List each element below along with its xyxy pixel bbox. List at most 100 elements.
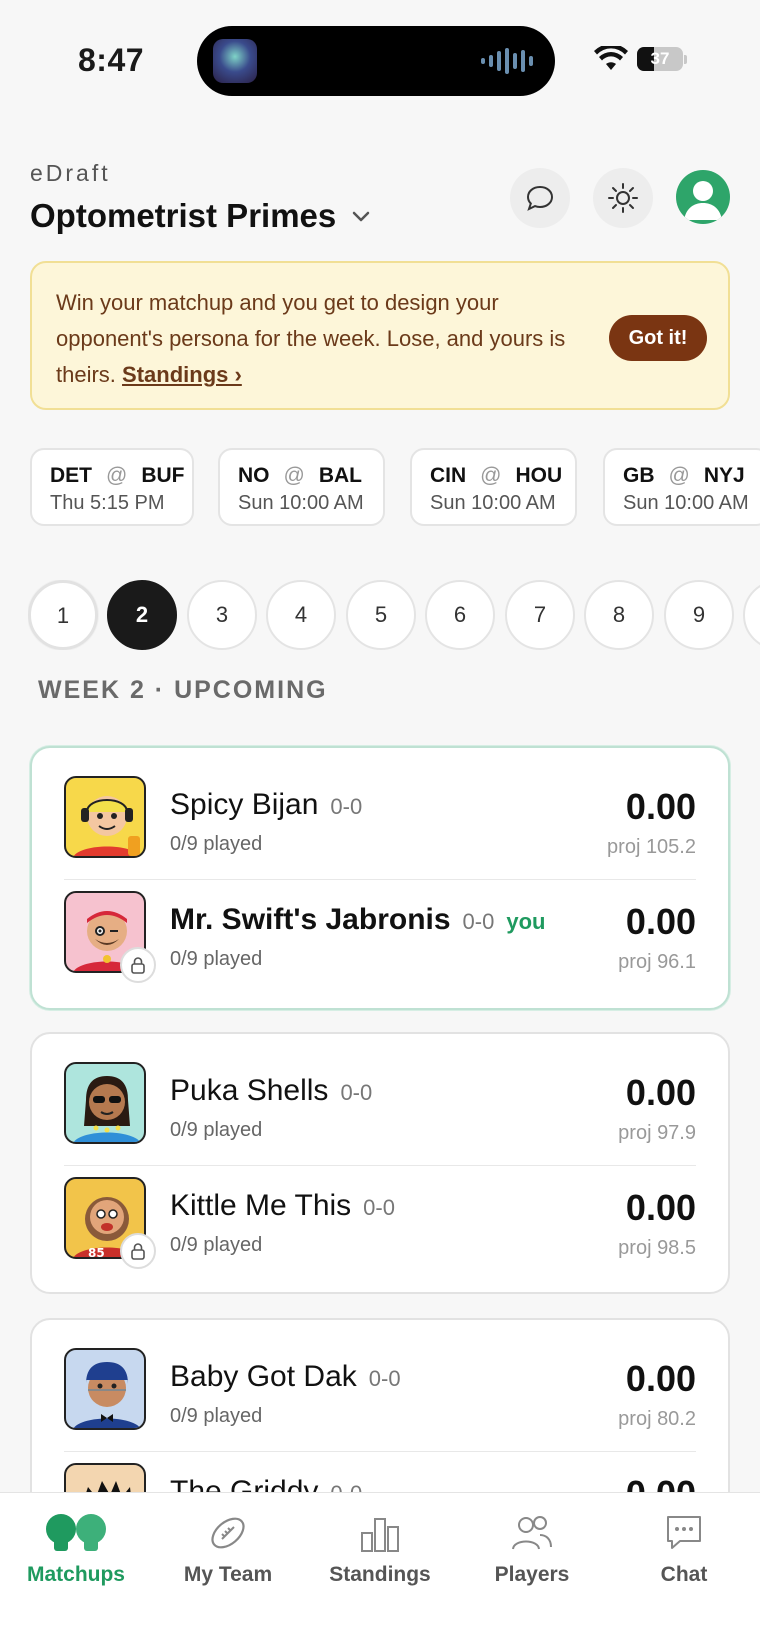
players-played: 0/9 played <box>170 833 263 855</box>
away-team: CIN <box>430 464 467 487</box>
game-time: Sun 10:00 AM <box>623 492 749 514</box>
messages-button[interactable] <box>510 168 570 228</box>
week-pill-6[interactable]: 6 <box>425 580 495 650</box>
persona-shells-icon <box>73 1076 141 1142</box>
lock-icon <box>120 1233 156 1269</box>
game-card[interactable]: CIN @ HOU Sun 10:00 AM <box>410 448 577 526</box>
banner-message: Win your matchup and you get to design y… <box>56 285 576 393</box>
team-name-text: Spicy Bijan <box>170 788 319 821</box>
team-row[interactable]: Puka Shells 0-0 0/9 played 0.00 proj 97.9 <box>32 1034 728 1149</box>
standings-link[interactable]: Standings › <box>122 362 242 387</box>
persona-headset-icon <box>73 796 141 856</box>
chevron-down-icon <box>353 211 370 222</box>
matchup-card[interactable]: Spicy Bijan 0-0 0/9 played 0.00 proj 105.… <box>30 746 730 1010</box>
chat-icon <box>667 1516 701 1549</box>
team-row[interactable]: Baby Got Dak 0-0 0/9 played 0.00 proj 80.… <box>32 1320 728 1435</box>
week-pill-2[interactable]: 2 <box>107 580 177 650</box>
tab-standings[interactable]: Standings <box>304 1511 456 1587</box>
matchups-icon <box>46 1514 106 1551</box>
team-row[interactable]: Mr. Swift's Jabronis 0-0 you 0/9 played 0.… <box>32 863 728 983</box>
week-pill-7[interactable]: 7 <box>505 580 575 650</box>
projected-score: proj 98.5 <box>618 1237 696 1259</box>
players-played: 0/9 played <box>170 948 263 970</box>
section-label: WEEK 2 · UPCOMING <box>38 676 328 704</box>
players-played: 0/9 played <box>170 1234 263 1256</box>
league-name: Optometrist Primes <box>30 197 337 234</box>
game-time: Sun 10:00 AM <box>238 492 364 514</box>
week-pill-4[interactable]: 4 <box>266 580 336 650</box>
tab-label: Players <box>494 1563 570 1586</box>
projected-score: proj 80.2 <box>618 1408 696 1430</box>
home-team: BUF <box>141 464 185 487</box>
team-name: Puka Shells 0-0 <box>170 1074 372 1108</box>
team-record: 0-0 <box>462 909 495 934</box>
football-icon <box>211 1517 245 1549</box>
team-name-text: Kittle Me This <box>170 1189 352 1222</box>
game-card[interactable]: DET @ BUF Thu 5:15 PM <box>30 448 194 526</box>
team-record: 0-0 <box>363 1195 395 1220</box>
user-icon <box>684 181 722 220</box>
bottom-tab-bar: Matchups My Team Standings Players Chat <box>0 1492 760 1652</box>
people-icon <box>512 1516 552 1550</box>
sun-icon <box>608 183 638 213</box>
team-name: Kittle Me This 0-0 <box>170 1189 395 1223</box>
team-name: Mr. Swift's Jabronis 0-0 you <box>170 903 545 937</box>
away-team: DET <box>50 464 92 487</box>
tab-players[interactable]: Players <box>456 1511 608 1587</box>
status-time: 8:47 <box>78 42 145 78</box>
team-avatar <box>64 1348 146 1430</box>
team-row[interactable]: Spicy Bijan 0-0 0/9 played 0.00 proj 105.… <box>32 748 728 863</box>
audio-waveform-icon <box>481 48 533 74</box>
tab-matchups[interactable]: Matchups <box>0 1511 152 1587</box>
profile-avatar-button[interactable] <box>676 170 730 224</box>
team-score: 0.00 <box>625 1187 696 1228</box>
at-symbol: @ <box>480 464 502 487</box>
team-score: 0.00 <box>625 1358 696 1399</box>
tab-chat[interactable]: Chat <box>608 1511 760 1587</box>
away-team: GB <box>623 464 655 487</box>
week-selector[interactable]: 1 2 3 4 5 6 7 8 9 10 <box>28 580 760 650</box>
persona-dak-icon <box>73 1362 141 1428</box>
week-pill-10[interactable]: 10 <box>743 580 760 650</box>
app-name: eDraft <box>30 160 111 186</box>
league-switcher[interactable]: Optometrist Primes <box>30 197 372 235</box>
tab-label: Matchups <box>26 1563 125 1586</box>
team-avatar <box>64 1062 146 1144</box>
week-pill-8[interactable]: 8 <box>584 580 654 650</box>
wifi-icon <box>594 46 628 70</box>
matchup-card[interactable]: Puka Shells 0-0 0/9 played 0.00 proj 97.9… <box>30 1032 730 1294</box>
game-card[interactable]: GB @ NYJ Sun 10:00 AM <box>603 448 760 526</box>
team-record: 0-0 <box>368 1366 401 1391</box>
projected-score: proj 96.1 <box>618 951 696 973</box>
tab-my-team[interactable]: My Team <box>152 1511 304 1587</box>
home-team: NYJ <box>703 464 745 487</box>
week-pill-3[interactable]: 3 <box>187 580 257 650</box>
team-score: 0.00 <box>625 786 696 827</box>
week-pill-1[interactable]: 1 <box>28 580 98 650</box>
dynamic-island <box>197 26 555 96</box>
team-row[interactable]: 85 Kittle Me This 0-0 0/9 played 0.00 pro… <box>32 1149 728 1269</box>
week-pill-9[interactable]: 9 <box>664 580 734 650</box>
chat-bubble-icon <box>526 185 554 211</box>
games-carousel[interactable]: DET @ BUF Thu 5:15 PM NO @ BAL Sun 10:00 AM … <box>30 448 760 528</box>
at-symbol: @ <box>283 464 305 487</box>
dismiss-banner-button[interactable]: Got it! <box>609 315 707 361</box>
game-time: Sun 10:00 AM <box>430 492 556 514</box>
now-playing-artwork <box>213 39 257 83</box>
you-badge: you <box>506 909 546 934</box>
tab-label: My Team <box>183 1563 273 1586</box>
tab-label: Chat <box>660 1563 708 1586</box>
battery-icon: 37 <box>637 47 687 73</box>
team-name-text: Baby Got Dak <box>170 1360 357 1393</box>
theme-toggle-button[interactable] <box>593 168 653 228</box>
team-name: Spicy Bijan 0-0 <box>170 788 362 822</box>
projected-score: proj 105.2 <box>607 836 696 858</box>
game-card[interactable]: NO @ BAL Sun 10:00 AM <box>218 448 385 526</box>
week-pill-5[interactable]: 5 <box>346 580 416 650</box>
battery-level: 37 <box>650 49 670 68</box>
at-symbol: @ <box>668 464 690 487</box>
team-name-text: Puka Shells <box>170 1074 329 1107</box>
team-name-text: Mr. Swift's Jabronis <box>170 903 451 936</box>
at-symbol: @ <box>106 464 128 487</box>
tab-label: Standings <box>329 1563 431 1586</box>
